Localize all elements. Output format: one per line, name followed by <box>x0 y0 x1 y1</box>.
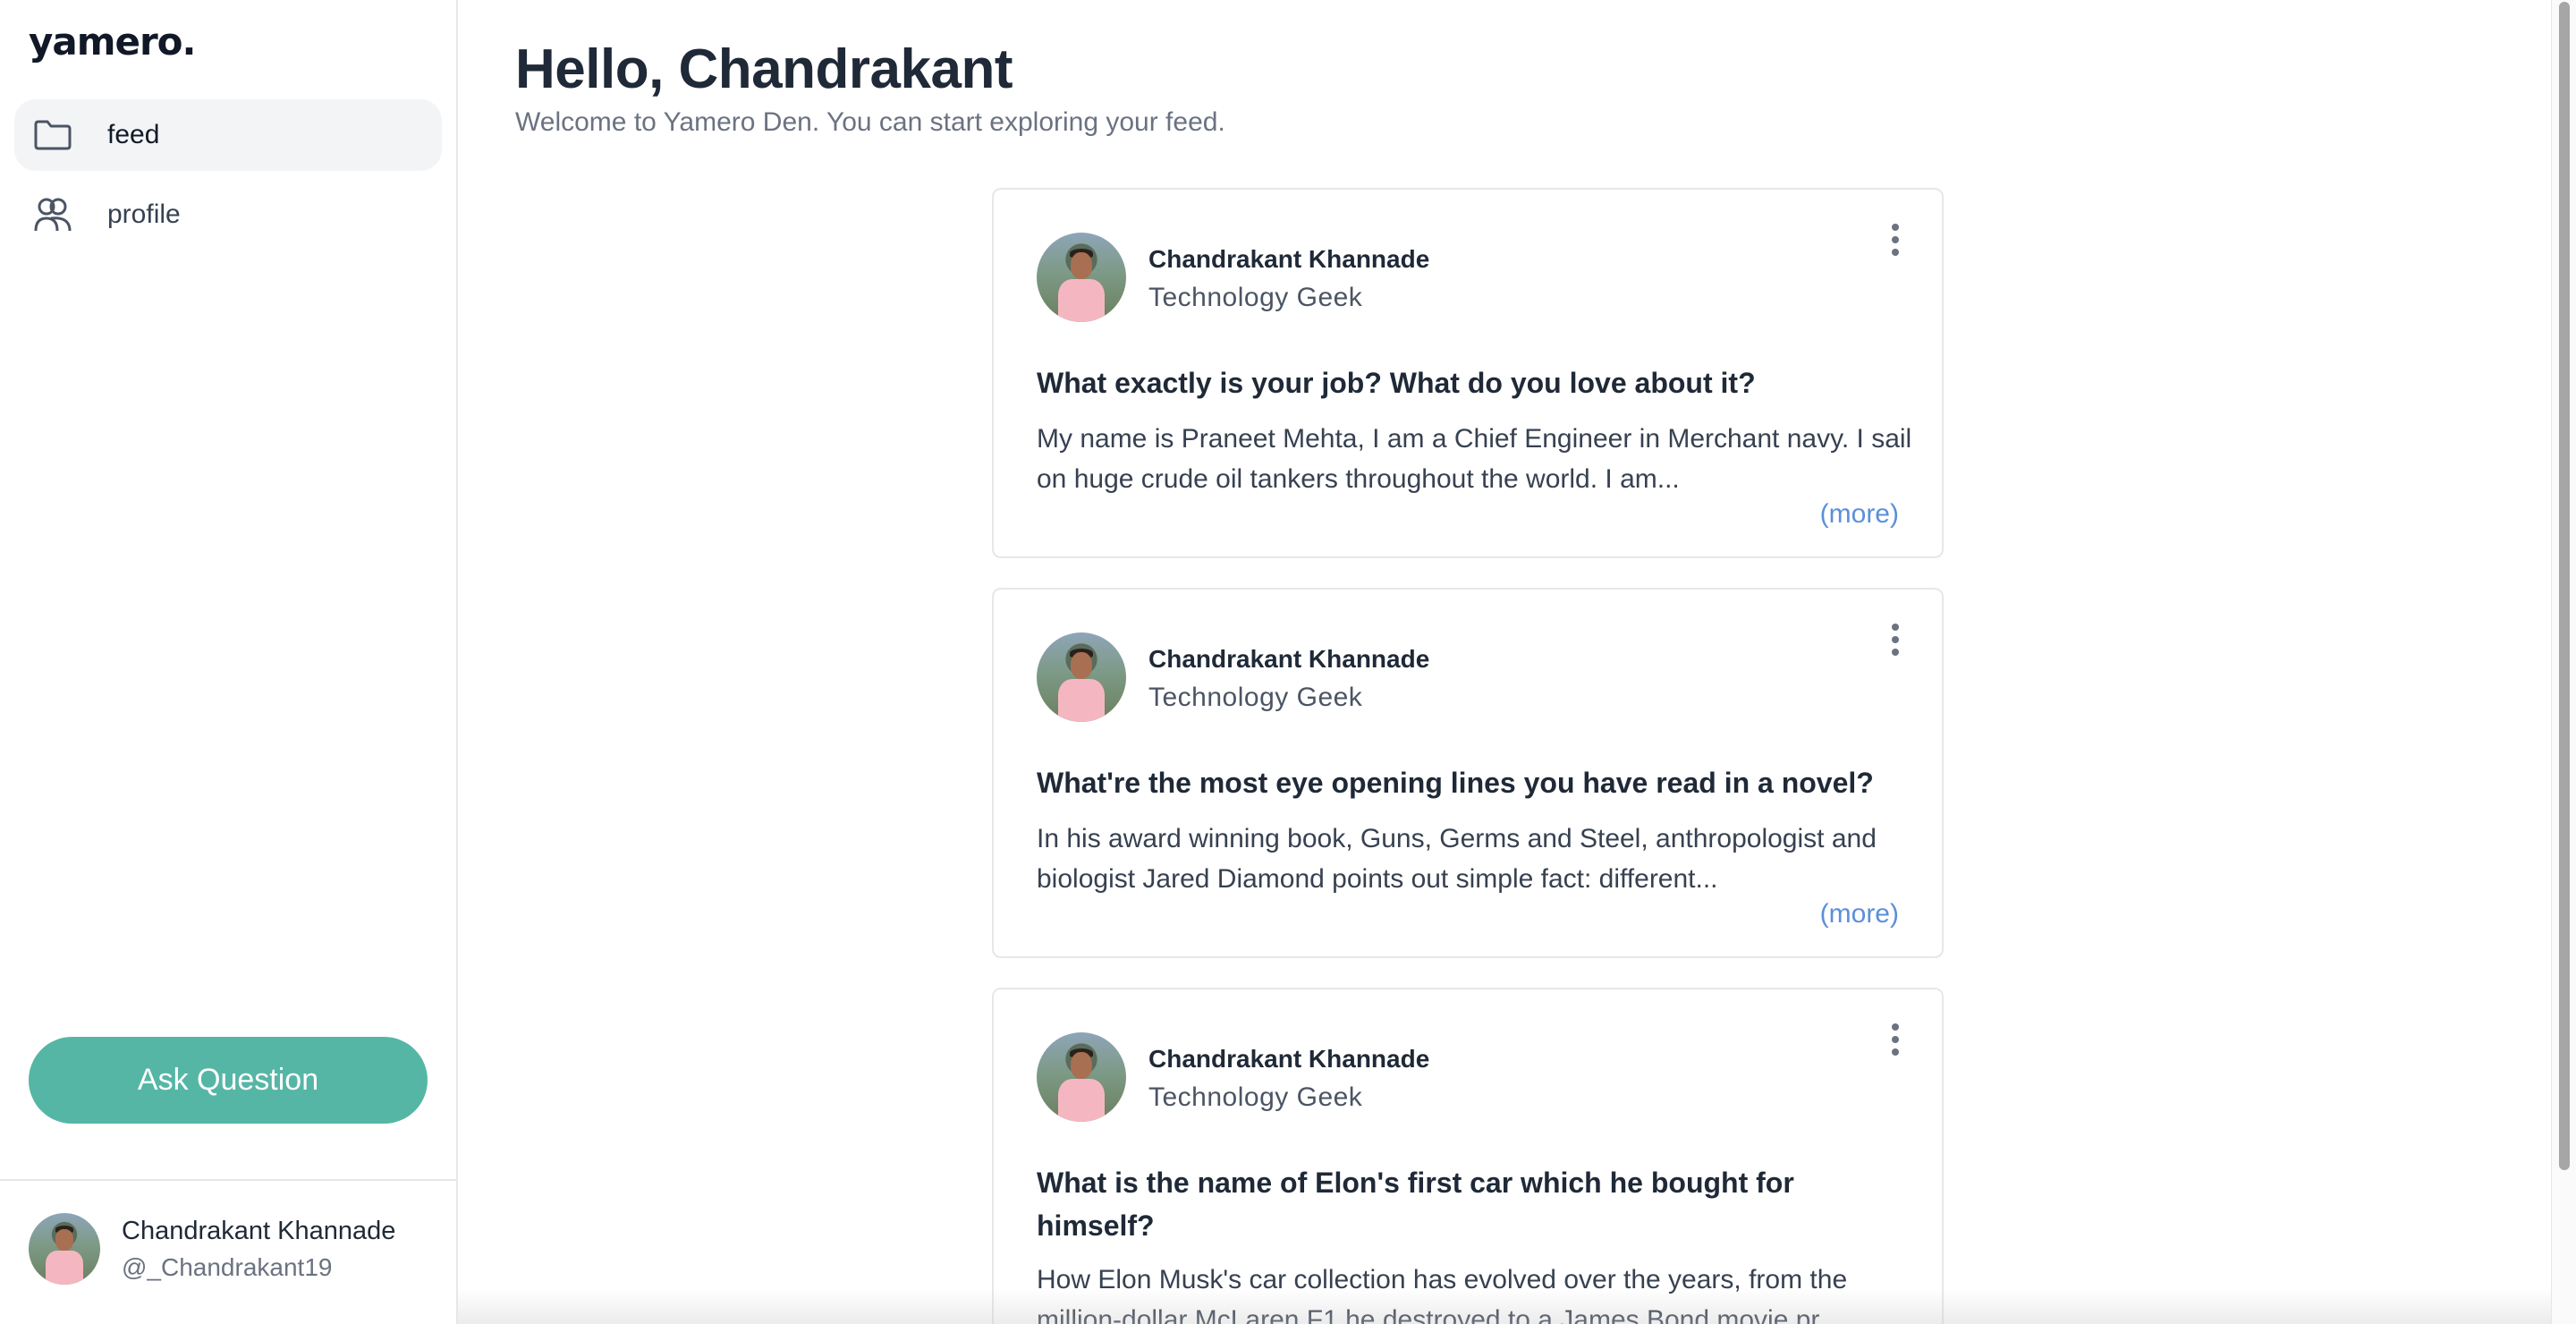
more-options-icon[interactable] <box>1885 620 1906 659</box>
post-author-role: Technology Geek <box>1148 1082 1363 1112</box>
post-author-role: Technology Geek <box>1148 283 1363 312</box>
sidebar: yamero. feed profile Ask Question Chandr… <box>0 0 458 1324</box>
post-body: My name is Praneet Mehta, I am a Chief E… <box>1037 424 1912 494</box>
post-author[interactable]: Chandrakant Khannade <box>1148 645 1429 674</box>
avatar[interactable] <box>1037 632 1126 722</box>
avatar[interactable] <box>1037 1032 1126 1122</box>
users-icon <box>30 192 75 237</box>
post-author[interactable]: Chandrakant Khannade <box>1148 1045 1429 1074</box>
welcome-message: Welcome to Yamero Den. You can start exp… <box>515 107 1225 137</box>
post-author-role: Technology Geek <box>1148 683 1363 712</box>
user-name: Chandrakant Khannade <box>122 1217 396 1245</box>
scrollbar[interactable] <box>2551 0 2576 1324</box>
read-more-link[interactable]: (more) <box>1820 499 1899 530</box>
post-body: In his award winning book, Guns, Germs a… <box>1037 824 1877 894</box>
post-question[interactable]: What exactly is your job? What do you lo… <box>1037 361 1913 404</box>
ask-question-button[interactable]: Ask Question <box>29 1037 428 1124</box>
sidebar-item-label: profile <box>107 199 181 229</box>
current-user-panel[interactable]: Chandrakant Khannade @_Chandrakant19 <box>0 1179 456 1324</box>
post-question[interactable]: What is the name of Elon's first car whi… <box>1037 1161 1913 1247</box>
user-handle: @_Chandrakant19 <box>122 1253 333 1281</box>
post-card[interactable]: Chandrakant Khannade Technology Geek Wha… <box>992 188 1944 558</box>
post-question[interactable]: What're the most eye opening lines you h… <box>1037 761 1913 804</box>
avatar[interactable] <box>1037 233 1126 322</box>
scroll-fade <box>458 1288 2551 1324</box>
post-card[interactable]: Chandrakant Khannade Technology Geek Wha… <box>992 988 1944 1324</box>
folder-icon <box>30 113 75 157</box>
read-more-link[interactable]: (more) <box>1820 899 1899 929</box>
page-title: Hello, Chandrakant <box>515 38 1013 100</box>
more-options-icon[interactable] <box>1885 1020 1906 1059</box>
more-options-icon[interactable] <box>1885 220 1906 259</box>
avatar <box>29 1213 100 1285</box>
scrollbar-thumb[interactable] <box>2559 2 2570 1170</box>
post-card[interactable]: Chandrakant Khannade Technology Geek Wha… <box>992 588 1944 958</box>
app-logo[interactable]: yamero. <box>29 20 196 64</box>
sidebar-item-profile[interactable]: profile <box>14 179 442 250</box>
post-author[interactable]: Chandrakant Khannade <box>1148 245 1429 274</box>
sidebar-item-feed[interactable]: feed <box>14 99 442 171</box>
sidebar-item-label: feed <box>107 120 160 149</box>
